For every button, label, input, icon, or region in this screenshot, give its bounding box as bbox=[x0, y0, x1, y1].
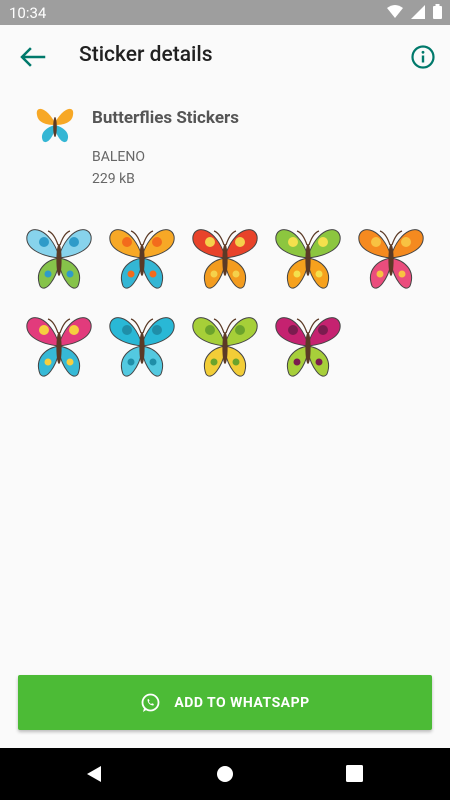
butterfly-icon bbox=[192, 229, 258, 289]
sticker-3[interactable] bbox=[190, 222, 260, 294]
status-icons bbox=[387, 4, 442, 19]
signal-icon bbox=[411, 4, 425, 19]
nav-recents-icon[interactable] bbox=[346, 765, 363, 782]
butterfly-icon bbox=[26, 229, 92, 289]
app-bar: Sticker details bbox=[0, 25, 450, 89]
page-title: Sticker details bbox=[79, 43, 213, 67]
sticker-9[interactable] bbox=[273, 310, 343, 382]
butterfly-pack-icon bbox=[36, 108, 74, 143]
arrow-back-icon[interactable] bbox=[18, 45, 46, 69]
sticker-1[interactable] bbox=[24, 222, 94, 294]
butterfly-icon bbox=[275, 317, 341, 377]
status-bar: 10:34 bbox=[0, 0, 450, 25]
add-button-label: ADD TO WHATSAPP bbox=[174, 694, 310, 711]
pack-publisher: BALENO bbox=[92, 149, 145, 165]
info-icon[interactable] bbox=[410, 44, 436, 70]
sticker-4[interactable] bbox=[273, 222, 343, 294]
nav-back-icon[interactable] bbox=[85, 765, 103, 783]
pack-size: 229 kB bbox=[92, 171, 135, 187]
butterfly-icon bbox=[192, 317, 258, 377]
sticker-5[interactable] bbox=[356, 222, 426, 294]
status-time: 10:34 bbox=[9, 4, 47, 22]
sticker-2[interactable] bbox=[107, 222, 177, 294]
wifi-icon bbox=[387, 4, 403, 18]
whatsapp-icon bbox=[141, 693, 160, 712]
butterfly-icon bbox=[275, 229, 341, 289]
battery-icon bbox=[433, 4, 442, 19]
butterfly-icon bbox=[109, 229, 175, 289]
navigation-bar bbox=[0, 748, 450, 800]
sticker-6[interactable] bbox=[24, 310, 94, 382]
pack-name: Butterflies Stickers bbox=[92, 108, 239, 128]
nav-home-icon[interactable] bbox=[216, 765, 234, 783]
pack-header: Butterflies Stickers BALENO 229 kB bbox=[0, 100, 450, 200]
sticker-7[interactable] bbox=[107, 310, 177, 382]
add-to-whatsapp-button[interactable]: ADD TO WHATSAPP bbox=[18, 675, 432, 730]
butterfly-icon bbox=[109, 317, 175, 377]
butterfly-icon bbox=[26, 317, 92, 377]
butterfly-icon bbox=[358, 229, 424, 289]
sticker-8[interactable] bbox=[190, 310, 260, 382]
